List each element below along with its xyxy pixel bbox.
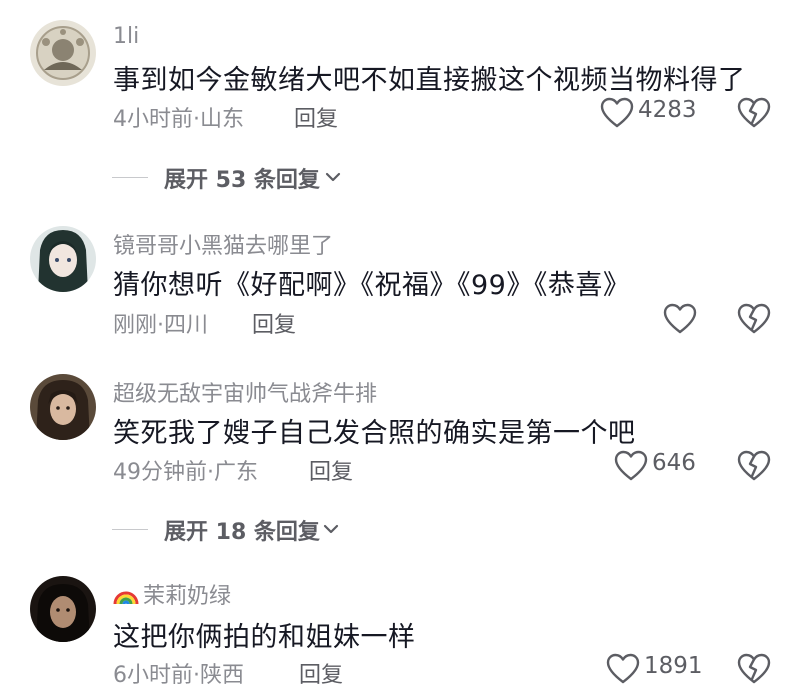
heart-icon <box>606 653 640 684</box>
heart-icon <box>614 450 648 481</box>
expand-replies[interactable]: 展开 18 条回复 <box>0 514 800 545</box>
chevron-down-icon <box>325 172 341 182</box>
broken-heart-icon[interactable] <box>737 450 771 482</box>
reply-button[interactable]: 回复 <box>309 454 353 486</box>
comment-text: 这把你俩拍的和姐妹一样 <box>113 622 416 653</box>
avatar[interactable] <box>30 374 96 440</box>
username[interactable]: 1li <box>113 24 139 49</box>
reply-button[interactable]: 回复 <box>294 101 338 133</box>
comment-time-location: 4小时前·山东 <box>113 107 244 132</box>
comment-text: 事到如今金敏绪大吧不如直接搬这个视频当物料得了 <box>113 65 746 96</box>
comment-item: 超级无敌宇宙帅气战斧牛排 笑死我了嫂子自己发合照的确实是第一个吧 49分钟前·广… <box>0 360 800 500</box>
expand-replies-label: 展开 18 条回复 <box>164 520 320 545</box>
reply-button[interactable]: 回复 <box>252 307 296 339</box>
rainbow-icon <box>113 591 139 605</box>
broken-heart-icon[interactable] <box>737 97 771 129</box>
heart-icon <box>663 303 697 334</box>
comment-time-location: 6小时前·陕西 <box>113 663 244 688</box>
heart-icon <box>600 97 634 128</box>
username[interactable]: 镜哥哥小黑猫去哪里了 <box>113 228 333 260</box>
comment-text: 猜你想听《好配啊》《祝福》《99》《恭喜》 <box>113 270 631 301</box>
avatar[interactable] <box>30 576 96 642</box>
avatar[interactable] <box>30 226 96 292</box>
comment-item: 镜哥哥小黑猫去哪里了 猜你想听《好配啊》《祝福》《99》《恭喜》 刚刚·四川 回… <box>0 210 800 350</box>
like-button[interactable]: 646 <box>614 448 800 484</box>
comment-text: 笑死我了嫂子自己发合照的确实是第一个吧 <box>113 418 636 449</box>
username[interactable]: 茉莉奶绿 <box>113 578 231 610</box>
comment-item: 茉莉奶绿 这把你俩拍的和姐妹一样 6小时前·陕西 回复 1891 <box>0 560 800 692</box>
avatar[interactable] <box>30 20 96 86</box>
comment-item: 1li 事到如今金敏绪大吧不如直接搬这个视频当物料得了 4小时前·山东 回复 4… <box>0 0 800 140</box>
like-count: 1891 <box>644 653 703 679</box>
divider <box>112 177 148 178</box>
chevron-down-icon <box>323 524 339 534</box>
like-count: 4283 <box>638 97 697 123</box>
username-text: 茉莉奶绿 <box>143 584 232 609</box>
expand-replies-label: 展开 53 条回复 <box>164 168 320 193</box>
comment-time-location: 49分钟前·广东 <box>113 460 258 485</box>
broken-heart-icon[interactable] <box>737 653 771 685</box>
comment-time-location: 刚刚·四川 <box>113 313 208 338</box>
divider <box>112 529 148 530</box>
broken-heart-icon[interactable] <box>737 303 771 335</box>
username[interactable]: 超级无敌宇宙帅气战斧牛排 <box>113 376 377 408</box>
like-count: 646 <box>652 450 696 476</box>
like-button[interactable] <box>663 301 703 337</box>
reply-button[interactable]: 回复 <box>299 657 343 689</box>
expand-replies[interactable]: 展开 53 条回复 <box>0 162 800 193</box>
